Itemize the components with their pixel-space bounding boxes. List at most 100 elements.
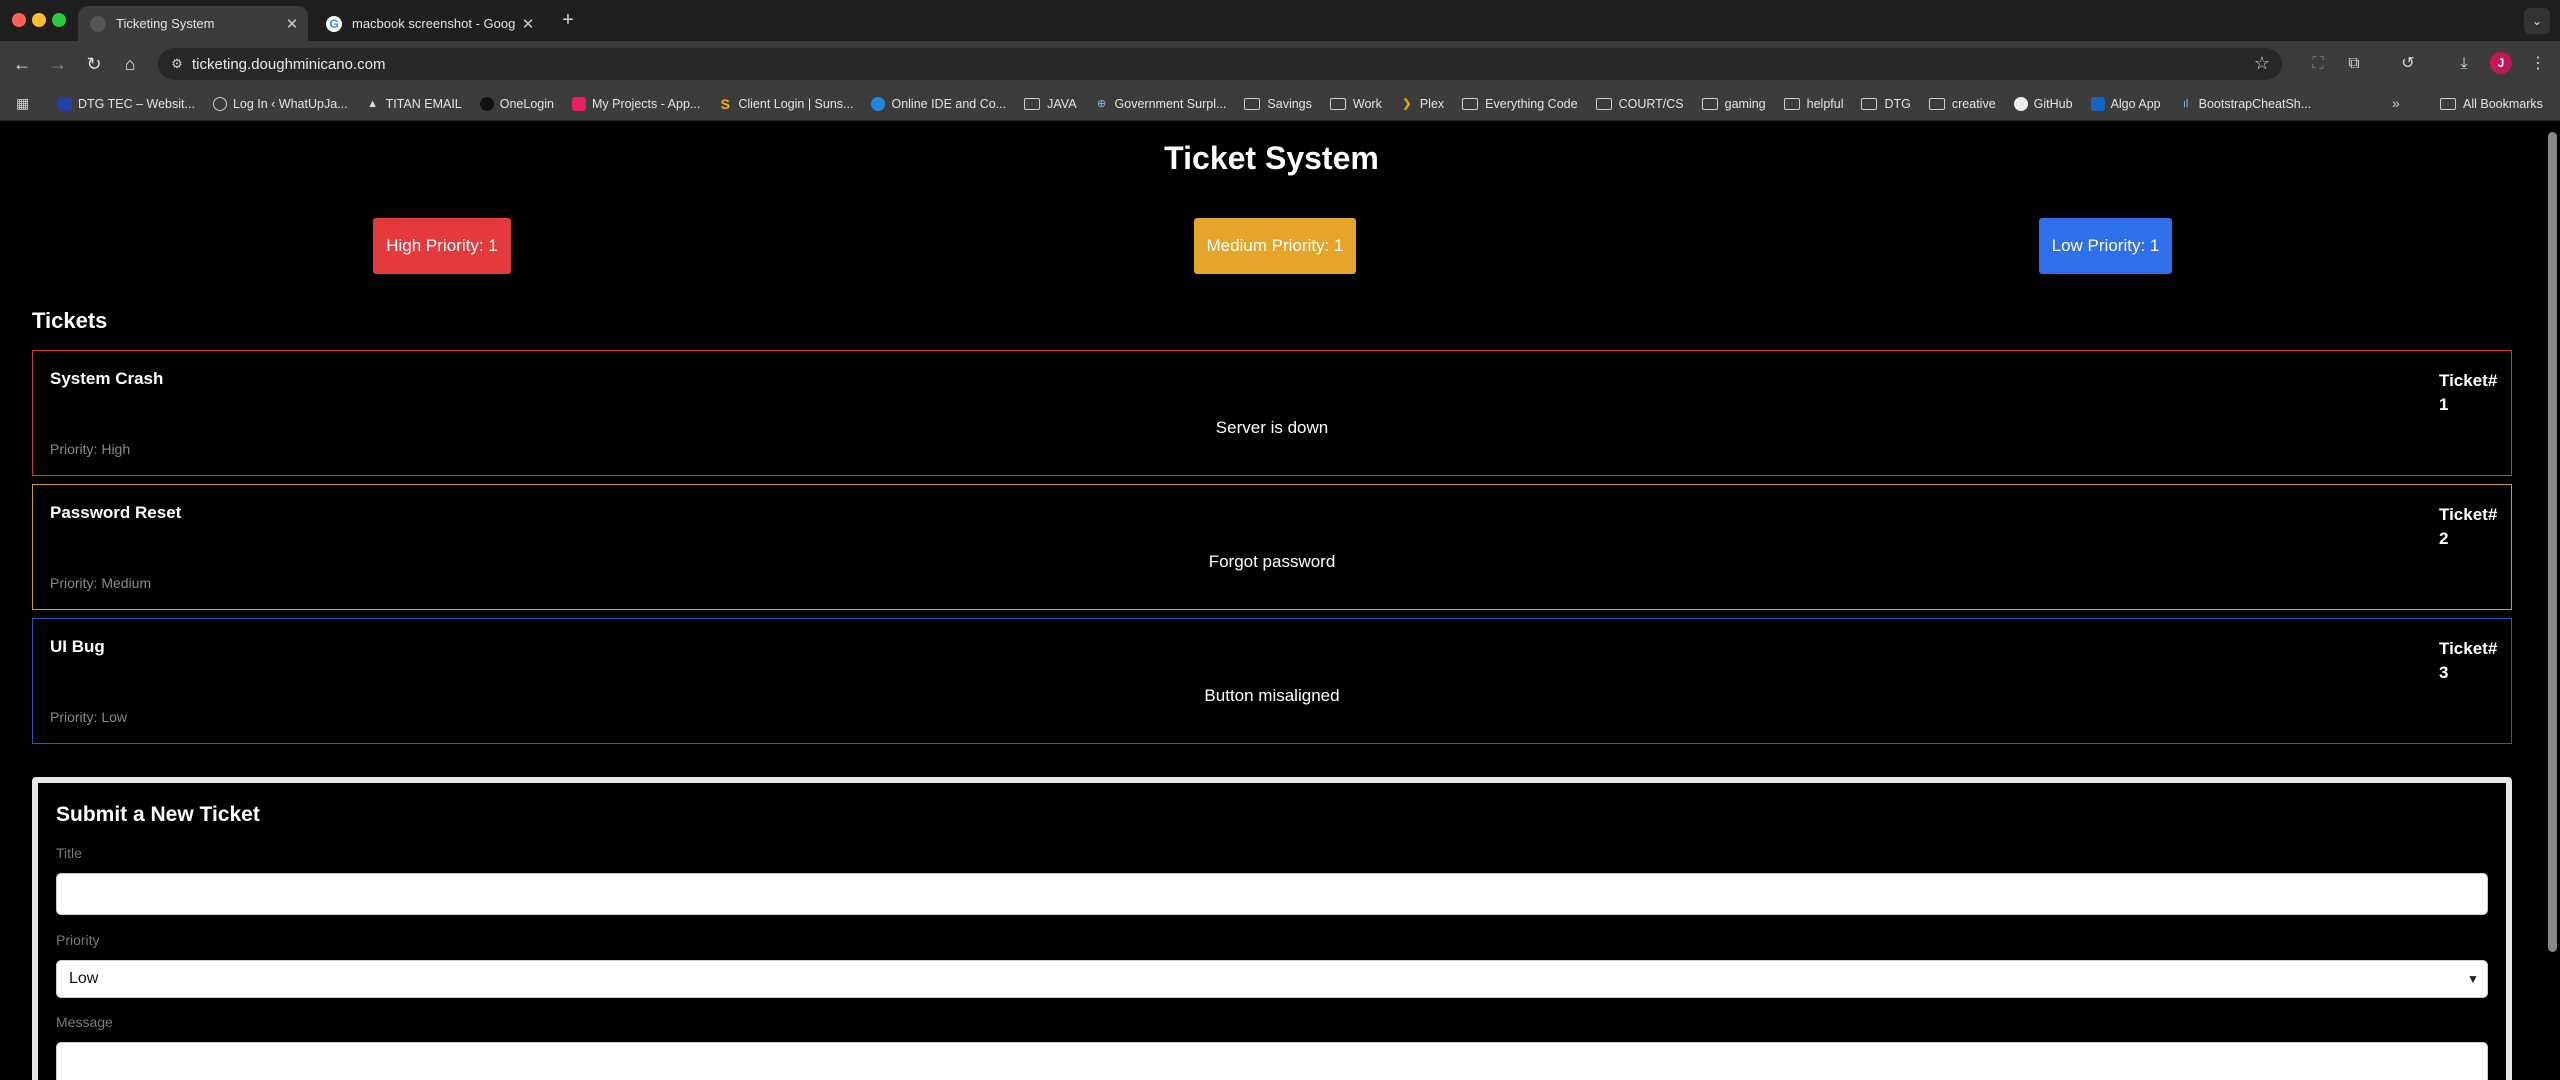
- ticket-card[interactable]: Password Reset Forgot password Priority:…: [32, 484, 2512, 610]
- ticket-number-value: 3: [2439, 663, 2449, 682]
- address-bar[interactable]: ⚙ ticketing.doughminicano.com ☆: [158, 48, 2282, 80]
- page-scrollbar[interactable]: [2548, 132, 2557, 952]
- download-icon[interactable]: ⤓: [2452, 52, 2476, 76]
- bookmark-label: Log In ‹ WhatUpJa...: [232, 97, 348, 111]
- history-icon[interactable]: ↺: [2396, 52, 2420, 76]
- home-icon[interactable]: ⌂: [118, 52, 142, 76]
- bookmark-label: DTG TEC – Websit...: [78, 97, 195, 111]
- bookmark-item[interactable]: Everything Code: [1462, 97, 1578, 111]
- all-bookmarks-button[interactable]: All Bookmarks: [2440, 87, 2543, 121]
- folder-icon: [1861, 98, 1878, 110]
- bookmark-item[interactable]: ıl BootstrapCheatSh...: [2179, 97, 2311, 111]
- bookmark-item[interactable]: ❯ Plex: [1400, 97, 1444, 111]
- bookmark-label: Plex: [1419, 97, 1445, 111]
- bookmark-label: My Projects - App...: [591, 97, 701, 111]
- bookmark-item[interactable]: Online IDE and Co...: [871, 97, 1006, 111]
- bookmark-item[interactable]: Work: [1329, 97, 1382, 111]
- bookmarks-bar: ▦ DTG TEC – Websit... Log In ‹ WhatUpJa.…: [0, 87, 2560, 121]
- bookmark-item[interactable]: Log In ‹ WhatUpJa...: [212, 97, 348, 111]
- bookmark-star-icon[interactable]: ☆: [2254, 53, 2270, 74]
- back-arrow-icon[interactable]: ←: [10, 52, 34, 76]
- folder-icon: [1244, 98, 1261, 110]
- form-title: Submit a New Ticket: [56, 803, 260, 826]
- ticket-number: Ticket# 3: [2439, 637, 2498, 685]
- new-tab-button[interactable]: +: [556, 8, 580, 32]
- plex-icon: ❯: [1402, 98, 1412, 110]
- priority-select-value: Low: [69, 970, 99, 987]
- high-priority-button[interactable]: High Priority: 1: [373, 218, 511, 274]
- extensions-icon[interactable]: ⧉: [2342, 52, 2366, 76]
- ticket-priority: Priority: High: [50, 441, 131, 457]
- site-icon: [571, 97, 586, 111]
- apps-grid-icon[interactable]: ▦: [16, 95, 34, 113]
- site-icon: ▲: [367, 98, 379, 110]
- site-icon: [871, 97, 886, 111]
- medium-priority-button[interactable]: Medium Priority: 1: [1194, 218, 1356, 274]
- maximize-window-button[interactable]: [52, 13, 66, 27]
- bookmark-item[interactable]: creative: [1928, 97, 1996, 111]
- close-tab-icon[interactable]: ✕: [516, 15, 540, 33]
- ticket-title: UI Bug: [50, 637, 105, 656]
- bookmark-item[interactable]: GitHub: [2013, 97, 2073, 111]
- bookmark-item[interactable]: Algo App: [2090, 97, 2161, 111]
- message-textarea[interactable]: [56, 1042, 2488, 1080]
- close-tab-icon[interactable]: ✕: [280, 15, 304, 33]
- low-priority-button[interactable]: Low Priority: 1: [2039, 218, 2172, 274]
- forward-arrow-icon[interactable]: →: [46, 52, 70, 76]
- bookmark-item[interactable]: JAVA: [1024, 97, 1077, 111]
- bookmark-item[interactable]: Savings: [1244, 97, 1312, 111]
- bookmark-label: GitHub: [2033, 97, 2073, 111]
- ticket-card[interactable]: System Crash Server is down Priority: Hi…: [32, 350, 2512, 476]
- tab-title: Ticketing System: [116, 16, 215, 31]
- bookmark-label: Government Surpl...: [1114, 97, 1227, 111]
- folder-icon: [1462, 98, 1479, 110]
- bookmark-label: Work: [1352, 97, 1382, 111]
- all-bookmarks-label: All Bookmarks: [2463, 97, 2543, 111]
- ticket-message: Server is down: [1215, 418, 1329, 437]
- minimize-window-button[interactable]: [32, 13, 46, 27]
- priority-label: Priority: [56, 932, 100, 948]
- priority-select[interactable]: Low ▼: [56, 960, 2488, 998]
- bookmark-item[interactable]: COURT/CS: [1595, 97, 1684, 111]
- ticket-number-label: Ticket#: [2439, 505, 2498, 524]
- bookmark-item[interactable]: S Client Login | Suns...: [718, 96, 854, 112]
- message-label: Message: [56, 1014, 113, 1030]
- more-bookmarks-icon[interactable]: »: [2392, 95, 2400, 111]
- close-window-button[interactable]: [12, 13, 26, 27]
- bookmark-label: Savings: [1267, 97, 1312, 111]
- browser-tab-bar: Ticketing System ✕ G macbook screenshot …: [0, 0, 2560, 41]
- bookmark-item[interactable]: DTG TEC – Websit...: [58, 97, 195, 111]
- site-icon: [2090, 97, 2105, 111]
- bookmark-item[interactable]: DTG: [1861, 97, 1911, 111]
- bookmark-item[interactable]: ⊕ Government Surpl...: [1095, 97, 1227, 111]
- bookmark-list: DTG TEC – Websit... Log In ‹ WhatUpJa...…: [58, 87, 2329, 121]
- menu-kebab-icon[interactable]: ⋮: [2526, 52, 2550, 76]
- reload-icon[interactable]: ↻: [82, 52, 106, 76]
- bookmark-label: Algo App: [2110, 97, 2161, 111]
- ticket-number: Ticket# 2: [2439, 503, 2498, 551]
- title-label: Title: [56, 845, 82, 861]
- bookmark-label: JAVA: [1047, 97, 1077, 111]
- ticket-number-value: 1: [2439, 395, 2449, 414]
- google-icon: G: [326, 15, 342, 32]
- ticket-number-label: Ticket#: [2439, 371, 2498, 390]
- site-info-icon[interactable]: ⚙: [168, 55, 186, 73]
- ticket-number: Ticket# 1: [2439, 369, 2498, 417]
- ticket-number-label: Ticket#: [2439, 639, 2498, 658]
- tab-google-search[interactable]: G macbook screenshot - Googl ✕: [314, 6, 544, 41]
- title-input[interactable]: [56, 873, 2488, 915]
- site-icon: S: [720, 96, 731, 112]
- screen-capture-icon[interactable]: ⛶: [2306, 52, 2330, 76]
- tab-search-button[interactable]: ⌄: [2524, 8, 2550, 34]
- site-icon: ⊕: [1096, 98, 1107, 110]
- profile-avatar[interactable]: J: [2490, 52, 2512, 74]
- tickets-heading: Tickets: [32, 308, 108, 333]
- bookmark-item[interactable]: helpful: [1783, 97, 1843, 111]
- bookmark-item[interactable]: OneLogin: [479, 97, 554, 111]
- site-icon: [58, 97, 72, 111]
- bookmark-item[interactable]: ▲ TITAN EMAIL: [366, 97, 462, 111]
- ticket-card[interactable]: UI Bug Button misaligned Priority: Low T…: [32, 618, 2512, 744]
- tab-ticketing-system[interactable]: Ticketing System ✕: [78, 6, 308, 41]
- bookmark-item[interactable]: gaming: [1701, 97, 1766, 111]
- bookmark-item[interactable]: My Projects - App...: [571, 97, 701, 111]
